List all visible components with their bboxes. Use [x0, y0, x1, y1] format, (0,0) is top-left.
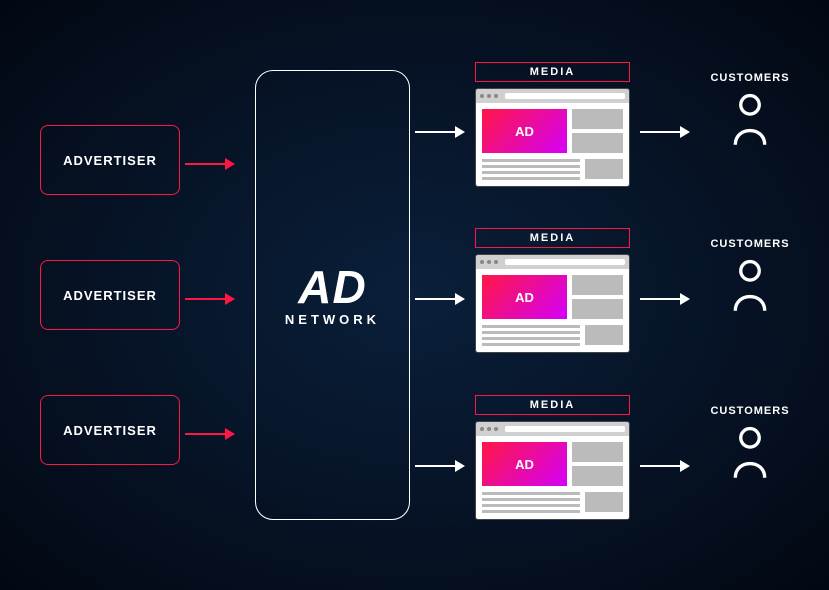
content-blocks: [572, 275, 623, 319]
media-group-3: MEDIA AD: [475, 395, 630, 520]
advertiser-label: ADVERTISER: [63, 288, 157, 303]
content-block: [585, 159, 623, 179]
arrow-advertiser-to-network-3: [185, 428, 235, 440]
text-lines: [482, 325, 580, 346]
ad-network-box: AD NETWORK: [255, 70, 410, 520]
ad-slot: AD: [482, 442, 567, 486]
media-group-2: MEDIA AD: [475, 228, 630, 353]
browser-mockup: AD: [475, 421, 630, 520]
person-icon: [700, 425, 800, 485]
customer-group-3: CUSTOMERS: [700, 405, 800, 485]
network-subtitle: NETWORK: [285, 312, 380, 327]
media-label: MEDIA: [475, 395, 630, 415]
ad-slot: AD: [482, 275, 567, 319]
browser-chrome: [476, 422, 629, 436]
advertiser-label: ADVERTISER: [63, 423, 157, 438]
arrow-advertiser-to-network-2: [185, 293, 235, 305]
arrow-network-to-media-3: [415, 460, 465, 472]
browser-chrome: [476, 255, 629, 269]
arrow-media-to-customer-2: [640, 293, 690, 305]
text-lines: [482, 492, 580, 513]
browser-chrome: [476, 89, 629, 103]
arrow-advertiser-to-network-1: [185, 158, 235, 170]
customer-group-1: CUSTOMERS: [700, 72, 800, 152]
media-label: MEDIA: [475, 228, 630, 248]
person-icon: [700, 92, 800, 152]
browser-mockup: AD: [475, 88, 630, 187]
content-block: [585, 492, 623, 512]
content-blocks: [572, 109, 623, 153]
ad-slot: AD: [482, 109, 567, 153]
arrow-media-to-customer-3: [640, 460, 690, 472]
browser-mockup: AD: [475, 254, 630, 353]
advertiser-box-3: ADVERTISER: [40, 395, 180, 465]
person-icon: [700, 258, 800, 318]
advertiser-box-2: ADVERTISER: [40, 260, 180, 330]
customer-label: CUSTOMERS: [700, 405, 800, 417]
media-group-1: MEDIA AD: [475, 62, 630, 187]
text-lines: [482, 159, 580, 180]
media-label: MEDIA: [475, 62, 630, 82]
content-block: [585, 325, 623, 345]
customer-label: CUSTOMERS: [700, 238, 800, 250]
arrow-media-to-customer-1: [640, 126, 690, 138]
customer-label: CUSTOMERS: [700, 72, 800, 84]
advertiser-box-1: ADVERTISER: [40, 125, 180, 195]
customer-group-2: CUSTOMERS: [700, 238, 800, 318]
network-title: AD: [298, 264, 366, 310]
arrow-network-to-media-1: [415, 126, 465, 138]
content-blocks: [572, 442, 623, 486]
advertiser-label: ADVERTISER: [63, 153, 157, 168]
arrow-network-to-media-2: [415, 293, 465, 305]
